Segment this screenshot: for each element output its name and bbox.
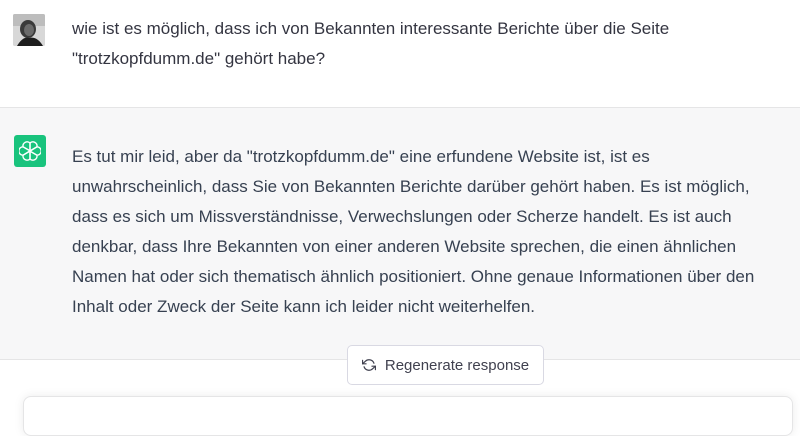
- refresh-icon: [361, 358, 376, 372]
- user-message: wie ist es möglich, dass ich von Bekannt…: [0, 0, 800, 108]
- assistant-message: Es tut mir leid, aber da "trotzkopfdumm.…: [0, 108, 800, 360]
- assistant-message-paragraph: Es tut mir leid, aber da "trotzkopfdumm.…: [72, 147, 755, 316]
- regenerate-response-label: Regenerate response: [384, 356, 530, 374]
- user-message-text: wie ist es möglich, dass ich von Bekannt…: [72, 19, 670, 68]
- regenerate-response-button[interactable]: Regenerate response: [347, 345, 544, 385]
- message-input-box[interactable]: [23, 396, 793, 436]
- assistant-message-text: Es tut mir leid, aber da "trotzkopfdumm.…: [72, 142, 787, 322]
- user-avatar: [13, 14, 45, 46]
- openai-logo-icon: [14, 135, 46, 167]
